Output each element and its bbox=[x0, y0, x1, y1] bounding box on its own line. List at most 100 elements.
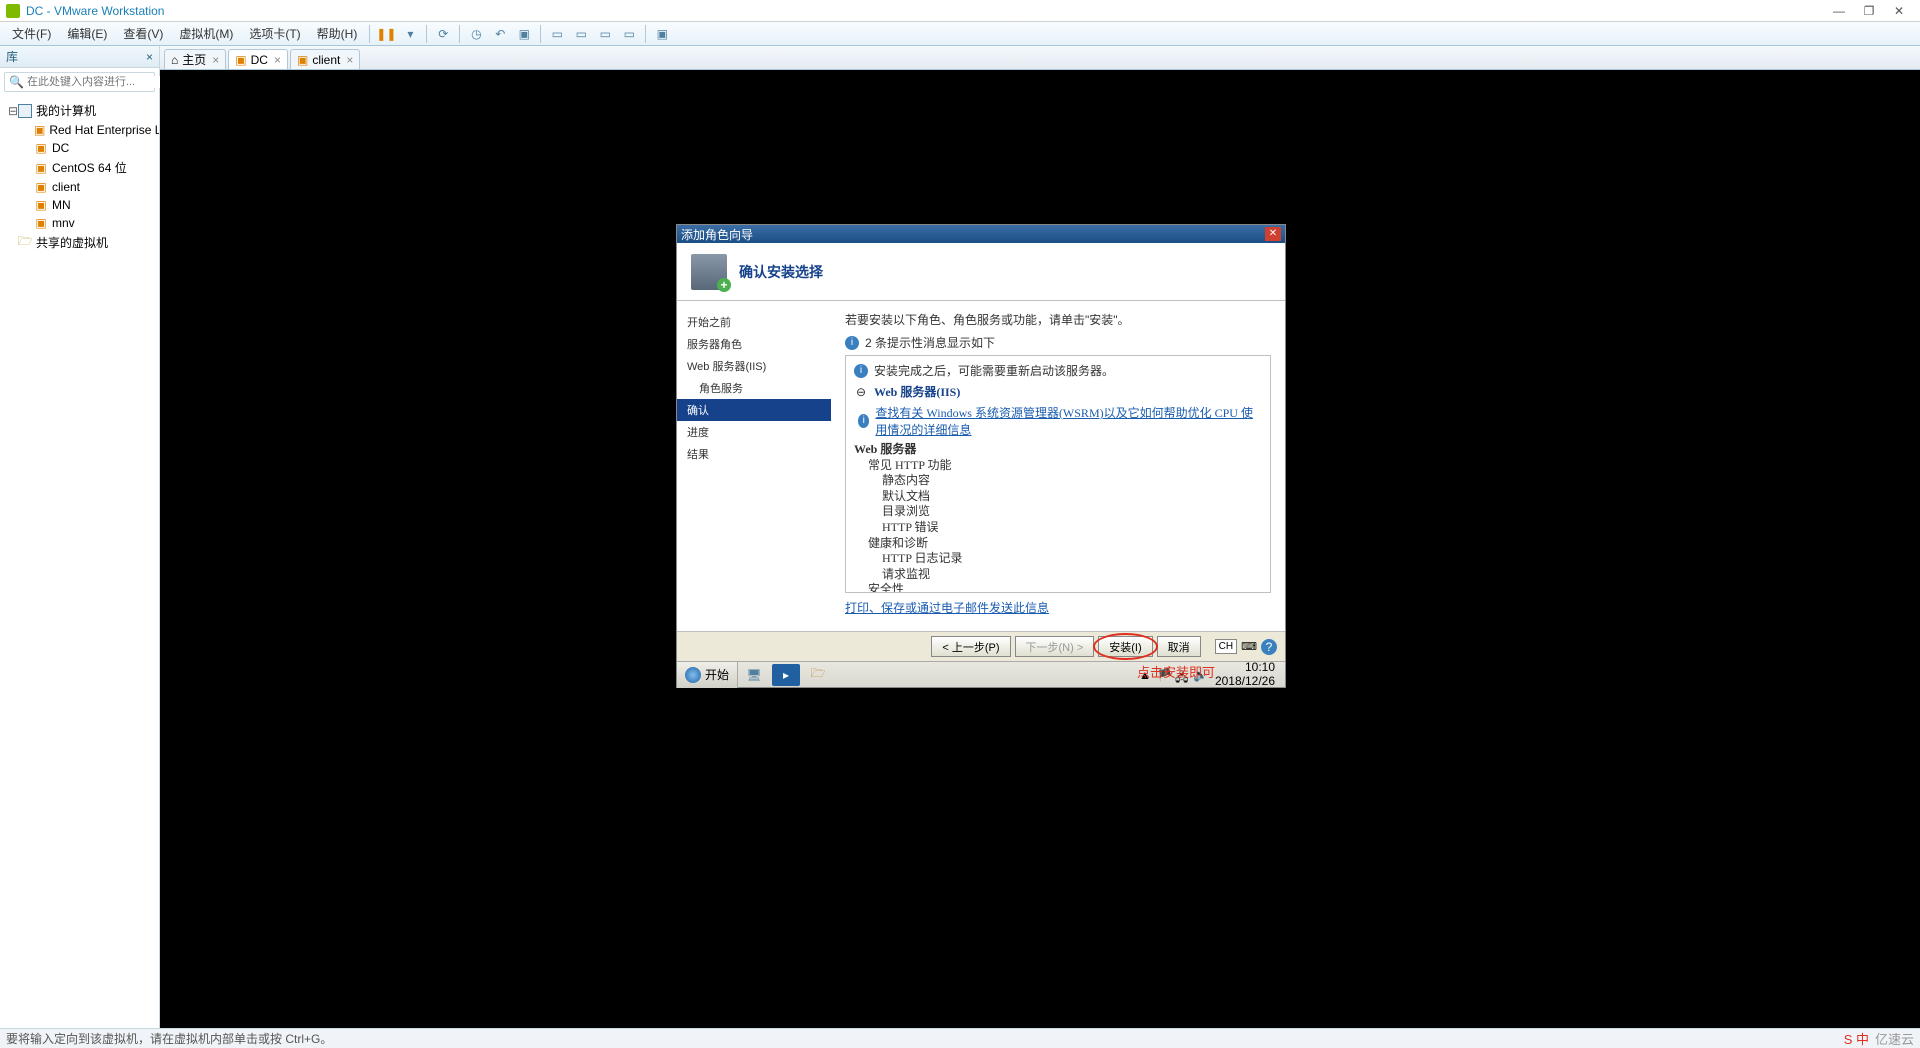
snapshot-icon[interactable]: ◷ bbox=[465, 24, 487, 44]
vm-icon: ▣ bbox=[34, 161, 48, 175]
view3-icon[interactable]: ▭ bbox=[594, 24, 616, 44]
explorer-icon[interactable]: 🗁 bbox=[804, 664, 832, 686]
wizard-header: 确认安装选择 bbox=[677, 243, 1285, 301]
revert-icon[interactable]: ↶ bbox=[489, 24, 511, 44]
install-instruction: 若要安装以下角色、角色服务或功能，请单击"安装"。 bbox=[845, 311, 1271, 328]
tab-close-icon[interactable]: × bbox=[212, 53, 219, 67]
print-save-email-link[interactable]: 打印、保存或通过电子邮件发送此信息 bbox=[845, 599, 1049, 616]
maximize-button[interactable]: ❐ bbox=[1854, 4, 1884, 18]
wizard-close-icon[interactable]: ✕ bbox=[1265, 227, 1281, 241]
nav-role-services[interactable]: 角色服务 bbox=[677, 377, 831, 399]
menu-view[interactable]: 查看(V) bbox=[115, 23, 171, 44]
search-input[interactable] bbox=[27, 76, 169, 88]
menu-help[interactable]: 帮助(H) bbox=[309, 23, 366, 44]
nav-server-roles[interactable]: 服务器角色 bbox=[677, 333, 831, 355]
wizard-title: 添加角色向导 bbox=[681, 226, 753, 243]
menu-file[interactable]: 文件(F) bbox=[4, 23, 59, 44]
feature-item: Web 服务器 bbox=[854, 442, 1262, 458]
nav-confirm[interactable]: 确认 bbox=[677, 399, 831, 421]
tree-label: 我的计算机 bbox=[36, 102, 96, 119]
wizard-buttons: < 上一步(P) 下一步(N) > 安装(I) 取消 CH ⌨ ? bbox=[677, 631, 1285, 661]
fullscreen-icon[interactable]: ▣ bbox=[651, 24, 673, 44]
restart-warning: i 安装完成之后，可能需要重新启动该服务器。 bbox=[854, 362, 1262, 379]
nav-iis[interactable]: Web 服务器(IIS) bbox=[677, 355, 831, 377]
wizard-heading: 确认安装选择 bbox=[739, 262, 823, 282]
tree-item-mn[interactable]: ▣MN bbox=[0, 196, 159, 214]
tab-home[interactable]: ⌂主页× bbox=[164, 49, 226, 69]
feature-item: 安全性 bbox=[854, 582, 1262, 593]
vm-icon: ▣ bbox=[297, 53, 308, 67]
search-icon: 🔍 bbox=[9, 75, 24, 89]
toolbar-icon[interactable]: ⟳ bbox=[432, 24, 454, 44]
feature-item: 健康和诊断 bbox=[854, 536, 1262, 552]
sidebar-title: 库 bbox=[6, 48, 18, 65]
info-messages-count: i 2 条提示性消息显示如下 bbox=[845, 334, 1271, 351]
confirmation-box: i 安装完成之后，可能需要重新启动该服务器。 ⊖ Web 服务器(IIS) i … bbox=[845, 355, 1271, 593]
view4-icon[interactable]: ▭ bbox=[618, 24, 640, 44]
collapse-icon[interactable]: ⊖ bbox=[854, 385, 868, 399]
feature-item: 请求监视 bbox=[854, 567, 1262, 583]
status-text: 要将输入定向到该虚拟机，请在虚拟机内部单击或按 Ctrl+G。 bbox=[6, 1030, 332, 1047]
nav-results[interactable]: 结果 bbox=[677, 443, 831, 465]
watermark-1: S 中 bbox=[1844, 1029, 1869, 1048]
vm-icon: ▣ bbox=[34, 141, 48, 155]
help-icon[interactable]: ? bbox=[1261, 639, 1277, 655]
feature-item: 静态内容 bbox=[854, 473, 1262, 489]
menubar: 文件(F) 编辑(E) 查看(V) 虚拟机(M) 选项卡(T) 帮助(H) ❚❚… bbox=[0, 22, 1920, 46]
minimize-button[interactable]: — bbox=[1824, 4, 1854, 18]
cancel-button[interactable]: 取消 bbox=[1157, 636, 1201, 657]
vm-icon: ▣ bbox=[235, 53, 246, 67]
pause-icon[interactable]: ❚❚ bbox=[375, 24, 397, 44]
vm-display[interactable]: 添加角色向导 ✕ 确认安装选择 开始之前 服务器角色 Web 服务器(IIS) … bbox=[160, 70, 1920, 1028]
view2-icon[interactable]: ▭ bbox=[570, 24, 592, 44]
menu-tabs[interactable]: 选项卡(T) bbox=[241, 23, 308, 44]
wsrm-link[interactable]: 查找有关 Windows 系统资源管理器(WSRM)以及它如何帮助优化 CPU … bbox=[875, 404, 1262, 438]
tabbar: ⌂主页× ▣DC× ▣client× bbox=[160, 46, 1920, 70]
feature-item: 目录浏览 bbox=[854, 504, 1262, 520]
tree-item-centos[interactable]: ▣CentOS 64 位 bbox=[0, 157, 159, 178]
tree-shared-vms[interactable]: 🗁 共享的虚拟机 bbox=[0, 232, 159, 253]
tree-item-dc[interactable]: ▣DC bbox=[0, 139, 159, 157]
prev-button[interactable]: < 上一步(P) bbox=[931, 636, 1010, 657]
close-button[interactable]: ✕ bbox=[1884, 4, 1914, 18]
clock[interactable]: 10:10 2018/12/26 bbox=[1211, 661, 1279, 687]
install-button[interactable]: 安装(I) bbox=[1098, 636, 1152, 657]
server-role-icon bbox=[691, 254, 727, 290]
feature-item: 常见 HTTP 功能 bbox=[854, 458, 1262, 474]
tree-item-redhat[interactable]: ▣Red Hat Enterprise L bbox=[0, 121, 159, 139]
watermark-2: 亿速云 bbox=[1875, 1029, 1914, 1048]
sidebar-close-icon[interactable]: × bbox=[146, 50, 153, 64]
ime-indicator[interactable]: CH bbox=[1215, 639, 1237, 654]
tab-dc[interactable]: ▣DC× bbox=[228, 49, 288, 69]
tab-close-icon[interactable]: × bbox=[346, 53, 353, 67]
window-title: DC - VMware Workstation bbox=[26, 4, 1824, 18]
menu-edit[interactable]: 编辑(E) bbox=[59, 23, 115, 44]
windows-orb-icon bbox=[685, 667, 701, 683]
tree-item-client[interactable]: ▣client bbox=[0, 178, 159, 196]
nav-before-begin[interactable]: 开始之前 bbox=[677, 311, 831, 333]
start-button[interactable]: 开始 bbox=[677, 662, 738, 688]
keyboard-icon[interactable]: ⌨ bbox=[1241, 640, 1257, 653]
iis-section: ⊖ Web 服务器(IIS) bbox=[854, 383, 1262, 400]
view1-icon[interactable]: ▭ bbox=[546, 24, 568, 44]
tree-label: 共享的虚拟机 bbox=[36, 234, 108, 251]
info-icon: i bbox=[845, 336, 859, 350]
play-dropdown-icon[interactable]: ▾ bbox=[399, 24, 421, 44]
tree-root-my-computer[interactable]: ⊟ 我的计算机 bbox=[0, 100, 159, 121]
vm-tree: ⊟ 我的计算机 ▣Red Hat Enterprise L ▣DC ▣CentO… bbox=[0, 96, 159, 1028]
vm-icon: ▣ bbox=[34, 123, 45, 137]
menu-vm[interactable]: 虚拟机(M) bbox=[171, 23, 241, 44]
manage-icon[interactable]: ▣ bbox=[513, 24, 535, 44]
tab-close-icon[interactable]: × bbox=[274, 53, 281, 67]
next-button: 下一步(N) > bbox=[1015, 636, 1095, 657]
powershell-icon[interactable]: ▸ bbox=[772, 664, 800, 686]
computer-icon bbox=[18, 104, 32, 118]
server-manager-icon[interactable]: 🖥 bbox=[740, 664, 768, 686]
vm-icon: ▣ bbox=[34, 198, 48, 212]
nav-progress[interactable]: 进度 bbox=[677, 421, 831, 443]
wsrm-link-row: i 查找有关 Windows 系统资源管理器(WSRM)以及它如何帮助优化 CP… bbox=[854, 404, 1262, 438]
tab-client[interactable]: ▣client× bbox=[290, 49, 360, 69]
sidebar-header: 库 × bbox=[0, 46, 159, 68]
app-logo-icon bbox=[6, 4, 20, 18]
tree-item-mnv[interactable]: ▣mnv bbox=[0, 214, 159, 232]
